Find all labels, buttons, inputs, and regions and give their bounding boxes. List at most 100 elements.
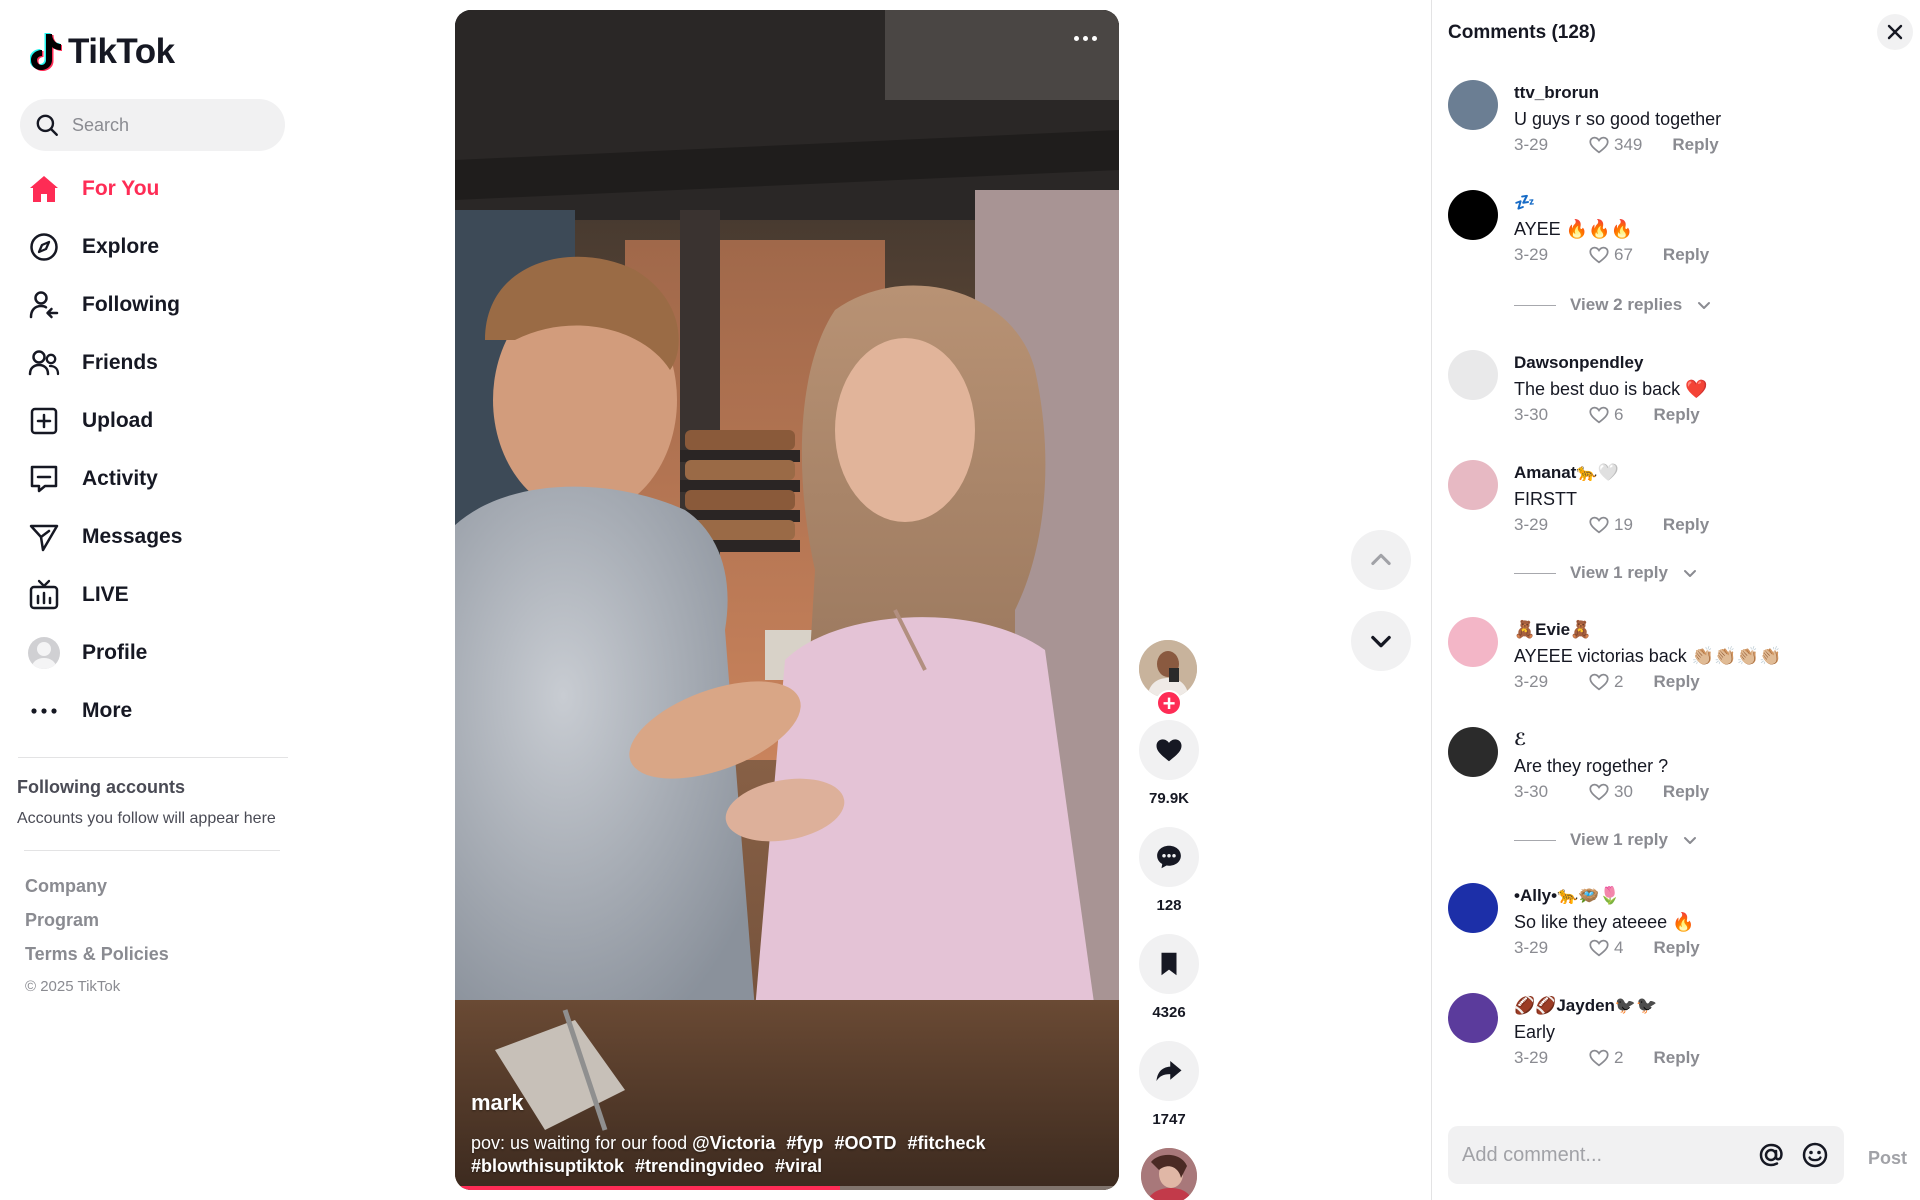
comment-like-button[interactable]: 4 bbox=[1588, 937, 1623, 959]
nav-item-messages[interactable]: Messages bbox=[20, 508, 290, 566]
save-button[interactable] bbox=[1139, 934, 1199, 994]
previous-video-button[interactable] bbox=[1351, 530, 1411, 590]
view-replies-label: View 1 reply bbox=[1570, 830, 1668, 849]
hashtag[interactable]: #viral bbox=[775, 1156, 822, 1176]
footer: Company Program Terms & Policies © 2025 … bbox=[25, 874, 169, 995]
nav-item-following[interactable]: Following bbox=[20, 276, 290, 334]
video-author[interactable]: mark bbox=[471, 1090, 524, 1116]
video-progress-fill bbox=[455, 1186, 841, 1190]
video-more-button[interactable] bbox=[1065, 26, 1105, 50]
nav-label: Explore bbox=[82, 235, 160, 258]
comment-meta: 3-29 67 Reply bbox=[1514, 242, 1904, 268]
view-replies-label: View 2 replies bbox=[1570, 295, 1683, 314]
comment-like-button[interactable]: 6 bbox=[1588, 404, 1623, 426]
comment-username[interactable]: •Ally•🐆🪺🌷 bbox=[1514, 883, 1904, 909]
hashtag[interactable]: #OOTD bbox=[834, 1133, 896, 1153]
comment-username[interactable]: 🧸Evie🧸 bbox=[1514, 617, 1904, 643]
like-button[interactable] bbox=[1139, 720, 1199, 780]
emoji-icon[interactable] bbox=[1800, 1140, 1830, 1170]
hashtag[interactable]: #blowthisuptiktok bbox=[471, 1156, 624, 1176]
comment-like-button[interactable]: 2 bbox=[1588, 671, 1623, 693]
logo[interactable]: TikTok bbox=[30, 32, 175, 72]
commenter-avatar[interactable] bbox=[1448, 617, 1498, 667]
comment-date: 3-29 bbox=[1514, 515, 1549, 534]
commenter-avatar[interactable] bbox=[1448, 727, 1498, 777]
comment-reply-button[interactable]: Reply bbox=[1663, 245, 1709, 265]
nav-label: Messages bbox=[82, 525, 183, 548]
next-video-button[interactable] bbox=[1351, 611, 1411, 671]
heart-icon bbox=[1589, 136, 1609, 154]
follow-button[interactable]: + bbox=[1156, 690, 1182, 716]
comment-text: Are they rogether ? bbox=[1514, 756, 1669, 776]
nav-item-for-you[interactable]: For You bbox=[20, 160, 290, 218]
hashtag[interactable]: #fitcheck bbox=[907, 1133, 985, 1153]
comment-like-button[interactable]: 30 bbox=[1588, 781, 1633, 803]
mention-icon[interactable] bbox=[1756, 1140, 1786, 1170]
commenter-avatar[interactable] bbox=[1448, 80, 1498, 130]
view-replies-button[interactable]: View 1 reply bbox=[1514, 830, 1814, 850]
comment-reply-button[interactable]: Reply bbox=[1653, 405, 1699, 425]
search-bar[interactable] bbox=[20, 99, 285, 151]
video-player[interactable]: mark pov: us waiting for our food @Victo… bbox=[455, 10, 1119, 1190]
add-comment-input[interactable] bbox=[1462, 1143, 1752, 1167]
comment-username[interactable]: 💤 bbox=[1514, 190, 1904, 216]
view-replies-button[interactable]: View 2 replies bbox=[1514, 295, 1814, 315]
nav-label: Following bbox=[82, 293, 180, 316]
nav-item-more[interactable]: More bbox=[20, 682, 290, 740]
comment-username[interactable]: Dawsonpendley bbox=[1514, 350, 1904, 376]
more-icon bbox=[28, 695, 60, 727]
comment-username[interactable]: 🏈🏈Jayden🐦‍⬛🐦‍⬛ bbox=[1514, 993, 1904, 1019]
commenter-avatar[interactable] bbox=[1448, 883, 1498, 933]
comment-reply-button[interactable]: Reply bbox=[1663, 515, 1709, 535]
nav-item-explore[interactable]: Explore bbox=[20, 218, 290, 276]
nav-item-activity[interactable]: Activity bbox=[20, 450, 290, 508]
comment-reply-button[interactable]: Reply bbox=[1653, 1048, 1699, 1068]
comment-meta: 3-29 2 Reply bbox=[1514, 1045, 1904, 1071]
comment-like-button[interactable]: 2 bbox=[1588, 1047, 1623, 1069]
comment-button[interactable] bbox=[1139, 827, 1199, 887]
comment-like-button[interactable]: 67 bbox=[1588, 244, 1633, 266]
video-progress-bar[interactable] bbox=[455, 1186, 1119, 1190]
footer-link-terms[interactable]: Terms & Policies bbox=[25, 942, 169, 976]
footer-link-company[interactable]: Company bbox=[25, 874, 169, 908]
comment-like-count: 4 bbox=[1614, 938, 1624, 957]
nav-item-upload[interactable]: Upload bbox=[20, 392, 290, 450]
comment-reply-button[interactable]: Reply bbox=[1663, 782, 1709, 802]
commenter-avatar[interactable] bbox=[1448, 460, 1498, 510]
view-replies-button[interactable]: View 1 reply bbox=[1514, 563, 1814, 583]
nav-item-friends[interactable]: Friends bbox=[20, 334, 290, 392]
comment-body: ttv_brorun U guys r so good together 3-29 3… bbox=[1514, 80, 1904, 158]
comment-reply-button[interactable]: Reply bbox=[1653, 672, 1699, 692]
commenter-avatar[interactable] bbox=[1448, 190, 1498, 240]
comment-username[interactable]: Amanat🐆🤍 bbox=[1514, 460, 1904, 486]
comment-meta: 3-30 30 Reply bbox=[1514, 779, 1904, 805]
hashtag[interactable]: #fyp bbox=[786, 1133, 823, 1153]
music-disc[interactable] bbox=[1141, 1148, 1197, 1200]
heart-icon bbox=[1589, 246, 1609, 264]
nav-label: More bbox=[82, 699, 133, 722]
footer-link-program[interactable]: Program bbox=[25, 908, 169, 942]
commenter-avatar[interactable] bbox=[1448, 993, 1498, 1043]
comment-reply-button[interactable]: Reply bbox=[1672, 135, 1718, 155]
main-nav: For You Explore Following Friends Upload… bbox=[20, 160, 290, 740]
dot-icon bbox=[1091, 35, 1097, 41]
comment-text: FIRSTT bbox=[1514, 489, 1577, 509]
close-comments-button[interactable] bbox=[1877, 14, 1913, 50]
share-button[interactable] bbox=[1139, 1041, 1199, 1101]
hashtag[interactable]: #trendingvideo bbox=[635, 1156, 764, 1176]
nav-item-profile[interactable]: Profile bbox=[20, 624, 290, 682]
commenter-avatar[interactable] bbox=[1448, 350, 1498, 400]
share-count: 1747 bbox=[1152, 1111, 1186, 1128]
search-input[interactable] bbox=[72, 114, 262, 136]
comment-username[interactable]: ℰ bbox=[1514, 727, 1904, 753]
caption-mention[interactable]: @Victoria bbox=[692, 1133, 775, 1153]
chevron-down-icon bbox=[1371, 635, 1391, 648]
comment-username[interactable]: ttv_brorun bbox=[1514, 80, 1904, 106]
add-comment-box[interactable] bbox=[1448, 1126, 1844, 1184]
comment-reply-button[interactable]: Reply bbox=[1653, 938, 1699, 958]
nav-item-live[interactable]: LIVE bbox=[20, 566, 290, 624]
author-avatar-wrapper[interactable]: + bbox=[1139, 640, 1199, 716]
post-comment-button[interactable]: Post bbox=[1868, 1148, 1907, 1169]
comment-like-button[interactable]: 349 bbox=[1588, 134, 1642, 156]
comment-like-button[interactable]: 19 bbox=[1588, 514, 1633, 536]
